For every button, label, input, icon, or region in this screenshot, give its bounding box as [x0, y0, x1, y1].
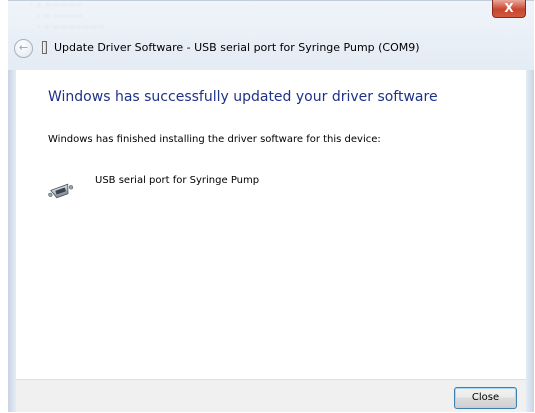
serial-port-icon [48, 183, 74, 199]
finished-message: Windows has finished installing the driv… [48, 134, 381, 145]
window-border-right [526, 70, 534, 412]
device-name-label: USB serial port for Syringe Pump [95, 175, 260, 186]
close-icon: X [504, 1, 514, 15]
close-button[interactable]: Close [454, 387, 517, 409]
update-driver-dialog: X ← Update Driver Software - USB serial … [8, 0, 534, 412]
dialog-header: ← Update Driver Software - USB serial po… [14, 37, 514, 61]
back-arrow-icon: ← [18, 41, 29, 54]
back-button[interactable]: ← [14, 39, 33, 58]
window-close-button[interactable]: X [492, 0, 526, 18]
dialog-title: Update Driver Software - USB serial port… [54, 41, 420, 54]
dialog-content: Windows has successfully updated your dr… [16, 70, 526, 379]
window-border-left [8, 70, 16, 412]
dialog-footer: Close [16, 379, 526, 412]
success-heading: Windows has successfully updated your dr… [48, 89, 438, 105]
device-small-icon [42, 41, 47, 54]
screen: ▸ ▪ ▬▬▬▬▬ ▸ ▪ ▬▬▬▬ ▸ ▪ ▬▬▬▬▬▬▬ X ← Updat… [0, 0, 535, 413]
